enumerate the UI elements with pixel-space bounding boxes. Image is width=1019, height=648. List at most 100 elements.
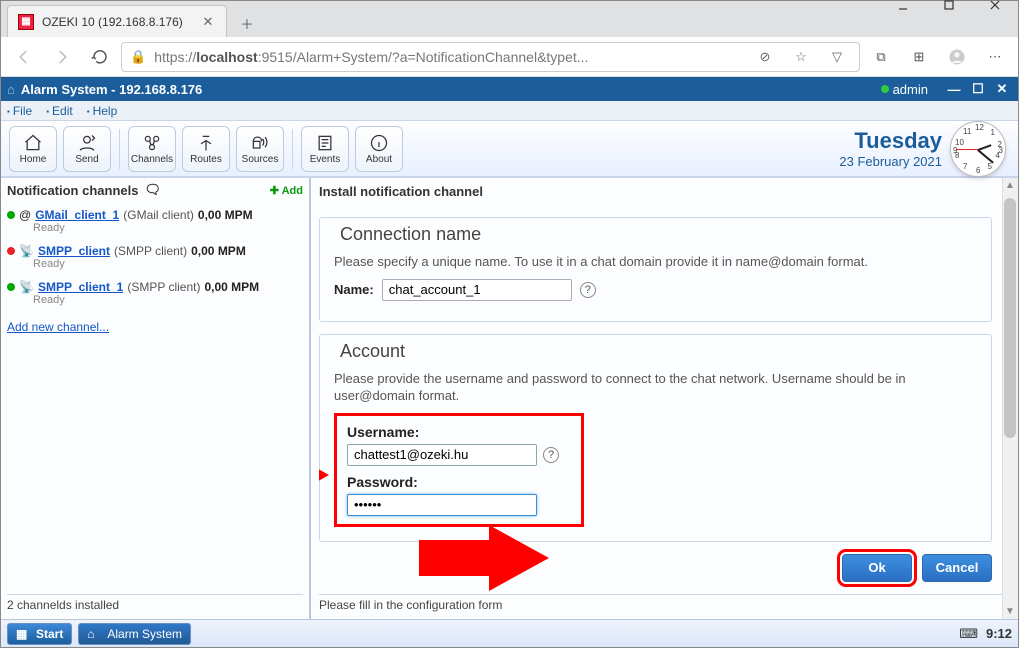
new-tab-button[interactable]: ＋ <box>233 9 261 37</box>
connection-legend: Connection name <box>334 224 487 245</box>
status-dot-icon <box>7 211 15 219</box>
help-icon[interactable]: ? <box>543 447 559 463</box>
account-help: Please provide the username and password… <box>334 370 977 405</box>
at-icon: @ <box>19 208 31 222</box>
username-input[interactable] <box>347 444 537 466</box>
app-title: Alarm System - 192.168.8.176 <box>21 82 202 97</box>
menu-bar: File Edit Help <box>1 101 1018 121</box>
events-icon <box>315 132 335 154</box>
keyboard-tray-icon[interactable]: ⌨ <box>959 626 978 642</box>
status-dot-icon <box>7 247 15 255</box>
url-text: https://localhost:9515/Alarm+System/?a=N… <box>154 49 743 65</box>
ok-button[interactable]: Ok <box>842 554 912 582</box>
add-new-channel-link[interactable]: Add new channel... <box>7 320 303 334</box>
start-button[interactable]: ▦ Start <box>7 623 72 645</box>
toolbar-send-button[interactable]: Send <box>63 126 111 172</box>
password-input[interactable] <box>347 494 537 516</box>
toolbar-routes-button[interactable]: Routes <box>182 126 230 172</box>
channel-status: Ready <box>33 258 303 270</box>
app-house-icon: ⌂ <box>7 82 15 97</box>
menu-edit[interactable]: Edit <box>46 104 73 118</box>
connection-help: Please specify a unique name. To use it … <box>334 253 977 271</box>
favorites-icon[interactable]: ☆ <box>787 49 815 65</box>
app-titlebar: ⌂ Alarm System - 192.168.8.176 admin — ☐… <box>1 77 1018 101</box>
nav-back-button[interactable] <box>7 42 41 72</box>
status-dot-icon <box>881 85 889 93</box>
taskbar-item-alarm[interactable]: ⌂ Alarm System <box>78 623 191 645</box>
antenna-icon: 📡 <box>19 280 34 294</box>
scrollbar-thumb[interactable] <box>1004 198 1016 438</box>
menu-file[interactable]: File <box>7 104 32 118</box>
shield-icon[interactable]: ▽ <box>823 49 851 65</box>
connection-name-group: Connection name Please specify a unique … <box>319 217 992 322</box>
connection-name-input[interactable] <box>382 279 572 301</box>
apps-icon[interactable]: ⊞ <box>902 42 936 72</box>
weekday-label: Tuesday <box>839 128 942 154</box>
profile-icon[interactable] <box>940 42 974 72</box>
window-minimize-button[interactable] <box>880 0 926 11</box>
cancel-button[interactable]: Cancel <box>922 554 992 582</box>
start-icon: ▦ <box>16 627 30 641</box>
channel-status: Ready <box>33 294 303 306</box>
annotation-arrow-icon <box>319 430 329 520</box>
toolbar-channels-button[interactable]: Channels <box>128 126 176 172</box>
menu-help[interactable]: Help <box>87 104 118 118</box>
channel-link[interactable]: SMPP_client <box>38 244 110 258</box>
right-footer: Please fill in the configuration form <box>319 594 1010 615</box>
tab-title: OZEKI 10 (192.168.8.176) <box>42 15 200 29</box>
toolbar-about-button[interactable]: About <box>355 126 403 172</box>
header-channels-icon: 🗨 <box>144 182 161 198</box>
channel-link[interactable]: SMPP_client_1 <box>38 280 123 294</box>
status-dot-icon <box>7 283 15 291</box>
clock-icon: 12 1 2 3 4 5 6 7 8 9 10 11 <box>950 121 1006 177</box>
app-close-button[interactable]: ✕ <box>992 80 1012 98</box>
add-channel-plus[interactable]: ✚ Add <box>270 184 303 197</box>
collections-icon[interactable]: ⧉ <box>864 42 898 72</box>
channel-status: Ready <box>33 222 303 234</box>
nav-refresh-button[interactable] <box>83 42 117 72</box>
app-maximize-button[interactable]: ☐ <box>968 80 988 98</box>
toolbar: Home Send Channels Routes Sources Events… <box>1 121 1018 177</box>
home-icon <box>23 132 43 154</box>
antenna-icon: 📡 <box>19 244 34 258</box>
favicon-icon: ▦ <box>18 14 34 30</box>
toolbar-sources-button[interactable]: Sources <box>236 126 284 172</box>
about-icon <box>369 132 389 154</box>
channel-link[interactable]: GMail_client_1 <box>35 208 119 222</box>
right-panel-title: Install notification channel <box>319 182 1010 205</box>
tray-clock: 9:12 <box>986 626 1012 641</box>
scrollbar[interactable]: ▲ ▼ <box>1002 178 1018 619</box>
username-label: Username: <box>347 424 571 440</box>
toolbar-events-button[interactable]: Events <box>301 126 349 172</box>
window-close-button[interactable] <box>972 0 1018 11</box>
routes-icon <box>196 132 216 154</box>
overflow-icon[interactable]: ⋯ <box>978 42 1012 72</box>
toolbar-home-button[interactable]: Home <box>9 126 57 172</box>
window-maximize-button[interactable] <box>926 0 972 11</box>
send-icon <box>77 132 97 154</box>
help-icon[interactable]: ? <box>580 282 596 298</box>
date-label: 23 February 2021 <box>839 154 942 169</box>
channel-item[interactable]: 📡 SMPP_client (SMPP client) 0,00 MPM Rea… <box>7 244 303 270</box>
reader-icon[interactable]: ⊘ <box>751 49 779 65</box>
user-chip[interactable]: admin <box>881 82 928 97</box>
left-footer: 2 channelds installed <box>7 594 303 615</box>
annotation-arrow-icon <box>419 525 549 591</box>
task-icon: ⌂ <box>87 627 101 641</box>
address-bar[interactable]: 🔒 https://localhost:9515/Alarm+System/?a… <box>121 42 860 72</box>
channel-item[interactable]: 📡 SMPP_client_1 (SMPP client) 0,00 MPM R… <box>7 280 303 306</box>
account-highlight-box: Username: ? Password: <box>334 413 584 527</box>
password-label: Password: <box>347 474 571 490</box>
app-minimize-button[interactable]: — <box>944 80 964 98</box>
channels-icon <box>142 132 162 154</box>
sources-icon <box>250 132 270 154</box>
close-tab-icon[interactable]: ✕ <box>200 14 216 30</box>
nav-forward-button[interactable] <box>45 42 79 72</box>
left-panel-header: Notification channels 🗨 ✚ Add <box>7 182 303 198</box>
name-label: Name: <box>334 282 374 297</box>
channel-item[interactable]: @ GMail_client_1 (GMail client) 0,00 MPM… <box>7 208 303 234</box>
account-legend: Account <box>334 341 411 362</box>
lock-icon: 🔒 <box>130 49 146 65</box>
account-group: Account Please provide the username and … <box>319 334 992 542</box>
browser-tab[interactable]: ▦ OZEKI 10 (192.168.8.176) ✕ <box>7 5 227 37</box>
